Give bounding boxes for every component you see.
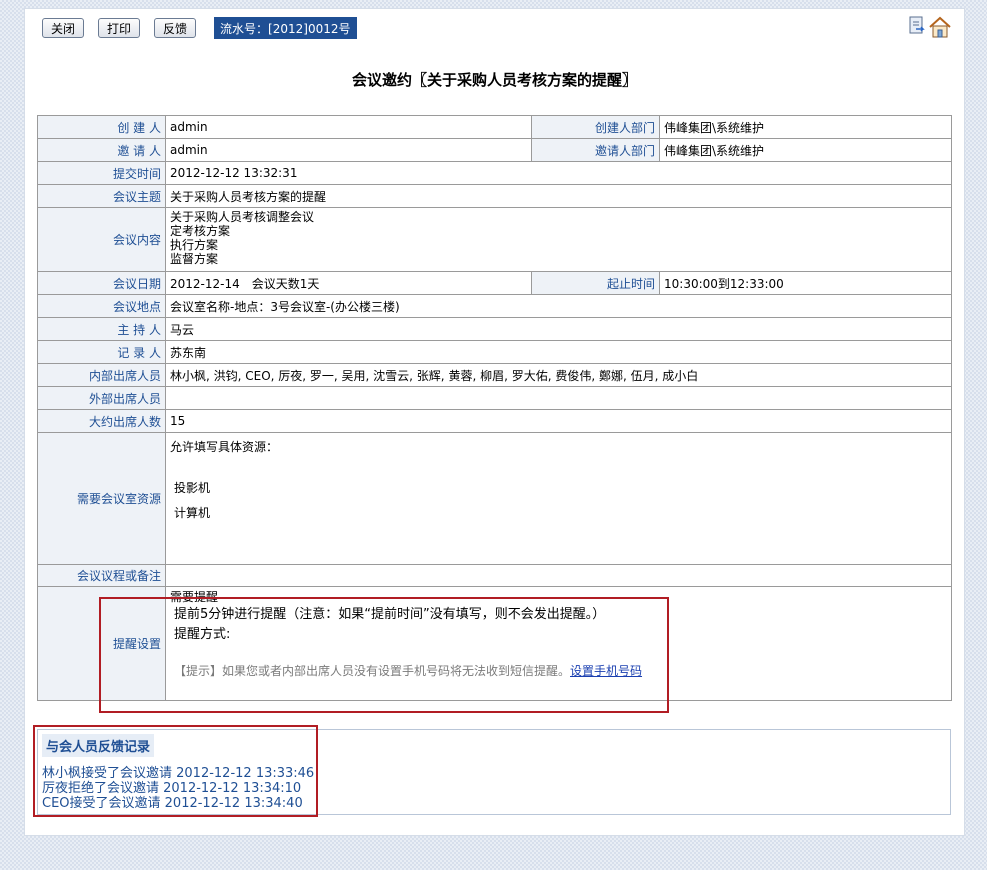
- table-row: 提交时间 2012-12-12 13:32:31: [37, 161, 952, 185]
- submit-time-value: 2012-12-12 13:32:31: [165, 161, 952, 185]
- resources-label: 需要会议室资源: [37, 432, 166, 565]
- table-row: 会议主题 关于采购人员考核方案的提醒: [37, 184, 952, 208]
- location-value: 会议室名称-地点：3号会议室-(办公楼三楼): [165, 294, 952, 318]
- content-label: 会议内容: [37, 207, 166, 272]
- reminder-method: 提醒方式:: [174, 627, 231, 642]
- submit-time-label: 提交时间: [37, 161, 166, 185]
- meeting-info-table: 创 建 人 admin 创建人部门 伟峰集团\系统维护 邀 请 人 admin …: [37, 115, 952, 701]
- content-line: 执行方案: [170, 238, 219, 252]
- content-line: 定考核方案: [170, 224, 231, 238]
- serial-number-badge: 流水号：[2012]0012号: [214, 17, 357, 39]
- document-return-icon[interactable]: [908, 15, 926, 42]
- resource-item: 投影机: [174, 481, 211, 495]
- table-row: 记 录 人 苏东南: [37, 340, 952, 364]
- time-range-label: 起止时间: [531, 271, 660, 295]
- feedback-button[interactable]: 反馈: [154, 18, 197, 38]
- table-row: 会议地点 会议室名称-地点：3号会议室-(办公楼三楼): [37, 294, 952, 318]
- table-row: 提醒设置 需要提醒 提前5分钟进行提醒（注意：如果“提前时间”没有填写，则不会发…: [37, 586, 952, 701]
- agenda-value: [165, 564, 952, 587]
- recorder-value: 苏东南: [165, 340, 952, 364]
- inviter-value: admin: [165, 138, 532, 162]
- internal-attendees-label: 内部出席人员: [37, 363, 166, 387]
- print-button[interactable]: 打印: [98, 18, 141, 38]
- headcount-label: 大约出席人数: [37, 409, 166, 433]
- external-attendees-value: [165, 386, 952, 410]
- agenda-label: 会议议程或备注: [37, 564, 166, 587]
- subject-label: 会议主题: [37, 184, 166, 208]
- location-label: 会议地点: [37, 294, 166, 318]
- inviter-dept-label: 邀请人部门: [531, 138, 660, 162]
- reminder-label: 提醒设置: [37, 586, 166, 701]
- table-row: 主 持 人 马云: [37, 317, 952, 341]
- page-title: 会议邀约〖关于采购人员考核方案的提醒〗: [351, 71, 637, 89]
- reminder-value: 需要提醒 提前5分钟进行提醒（注意：如果“提前时间”没有填写，则不会发出提醒。）…: [165, 586, 952, 701]
- table-row: 邀 请 人 admin 邀请人部门 伟峰集团\系统维护: [37, 138, 952, 162]
- inviter-label: 邀 请 人: [37, 138, 166, 162]
- list-item: 林小枫接受了会议邀请 2012-12-12 13:33:46: [42, 766, 315, 781]
- reminder-line: 提前5分钟进行提醒（注意：如果“提前时间”没有填写，则不会发出提醒。）: [174, 607, 606, 622]
- table-row: 外部出席人员: [37, 386, 952, 410]
- content-value: 关于采购人员考核调整会议 定考核方案 执行方案 监督方案: [165, 207, 952, 272]
- content-line: 监督方案: [170, 252, 219, 266]
- reminder-tip: 【提示】如果您或者内部出席人员没有设置手机号码将无法收到短信提醒。: [174, 664, 571, 678]
- list-item: 厉夜拒绝了会议邀请 2012-12-12 13:34:10: [42, 781, 302, 796]
- resources-value: 允许填写具体资源： 投影机 计算机: [165, 432, 952, 565]
- resource-item: 计算机: [174, 506, 211, 520]
- creator-value: admin: [165, 115, 532, 139]
- external-attendees-label: 外部出席人员: [37, 386, 166, 410]
- home-icon[interactable]: [928, 15, 952, 42]
- list-item: CEO接受了会议邀请 2012-12-12 13:34:40: [42, 796, 303, 811]
- table-row: 大约出席人数 15: [37, 409, 952, 433]
- internal-attendees-value: 林小枫, 洪钧, CEO, 厉夜, 罗一, 吴用, 沈雪云, 张辉, 黄蓉, 柳…: [165, 363, 952, 387]
- reminder-tip-row: 【提示】如果您或者内部出席人员没有设置手机号码将无法收到短信提醒。设置手机号码: [174, 661, 947, 681]
- toolbar: 关闭 打印 反馈 流水号：[2012]0012号: [42, 17, 357, 39]
- creator-dept-label: 创建人部门: [531, 115, 660, 139]
- table-row: 需要会议室资源 允许填写具体资源： 投影机 计算机: [37, 432, 952, 565]
- top-icons: [908, 15, 952, 42]
- subject-value: 关于采购人员考核方案的提醒: [165, 184, 952, 208]
- table-row: 创 建 人 admin 创建人部门 伟峰集团\系统维护: [37, 115, 952, 139]
- creator-dept-value: 伟峰集团\系统维护: [659, 115, 952, 139]
- table-row: 会议日期 2012-12-14 会议天数1天 起止时间 10:30:00到12:…: [37, 271, 952, 295]
- date-value: 2012-12-14 会议天数1天: [165, 271, 532, 295]
- headcount-value: 15: [165, 409, 952, 433]
- host-label: 主 持 人: [37, 317, 166, 341]
- meeting-detail-page: 关闭 打印 反馈 流水号：[2012]0012号 会议邀约〖关于采购人员考核方案…: [24, 8, 965, 836]
- recorder-label: 记 录 人: [37, 340, 166, 364]
- feedback-list: 林小枫接受了会议邀请 2012-12-12 13:33:46 厉夜拒绝了会议邀请…: [42, 766, 314, 811]
- feedback-panel: 与会人员反馈记录 林小枫接受了会议邀请 2012-12-12 13:33:46 …: [37, 729, 951, 815]
- date-label: 会议日期: [37, 271, 166, 295]
- close-button[interactable]: 关闭: [42, 18, 85, 38]
- reminder-title: 需要提醒: [170, 590, 219, 604]
- content-line: 关于采购人员考核调整会议: [170, 210, 315, 224]
- table-row: 内部出席人员 林小枫, 洪钧, CEO, 厉夜, 罗一, 吴用, 沈雪云, 张辉…: [37, 363, 952, 387]
- time-range-value: 10:30:00到12:33:00: [659, 271, 952, 295]
- table-row: 会议议程或备注: [37, 564, 952, 587]
- table-row: 会议内容 关于采购人员考核调整会议 定考核方案 执行方案 监督方案: [37, 207, 952, 272]
- creator-label: 创 建 人: [37, 115, 166, 139]
- resources-intro: 允许填写具体资源：: [170, 440, 279, 454]
- set-phone-number-link[interactable]: 设置手机号码: [570, 664, 642, 678]
- feedback-title: 与会人员反馈记录: [42, 734, 155, 757]
- inviter-dept-value: 伟峰集团\系统维护: [659, 138, 952, 162]
- host-value: 马云: [165, 317, 952, 341]
